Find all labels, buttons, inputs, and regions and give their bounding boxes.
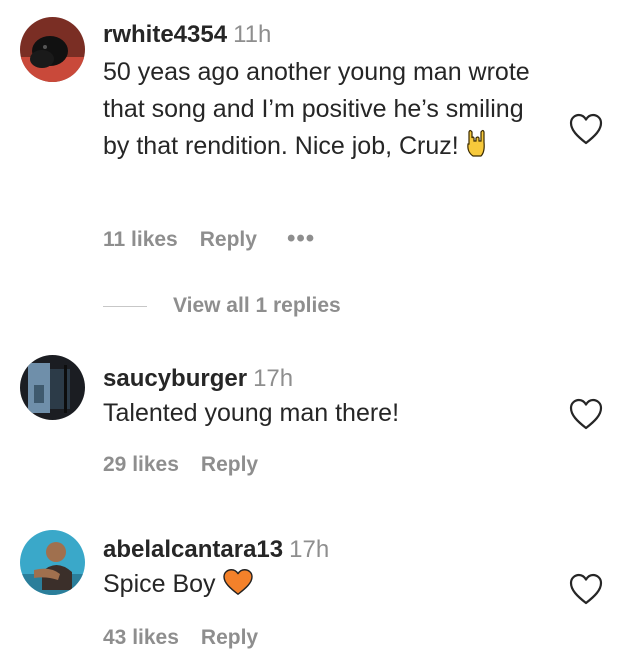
like-heart-icon[interactable] bbox=[568, 397, 604, 431]
comment-meta: 43 likes Reply bbox=[103, 626, 258, 650]
likes-count[interactable]: 43 likes bbox=[103, 626, 179, 649]
divider bbox=[103, 305, 147, 307]
avatar[interactable] bbox=[20, 530, 85, 595]
reply-button[interactable]: Reply bbox=[201, 453, 258, 476]
comment-header: rwhite4354 11h bbox=[103, 20, 553, 50]
username[interactable]: saucyburger bbox=[103, 365, 247, 392]
more-options-icon[interactable]: ••• bbox=[287, 225, 315, 252]
view-replies-label[interactable]: View all 1 replies bbox=[173, 294, 341, 318]
rock-hand-emoji-icon bbox=[465, 128, 487, 169]
comment-text: Spice Boy bbox=[103, 566, 553, 607]
comment-header: saucyburger 17h bbox=[103, 364, 553, 394]
view-replies[interactable]: View all 1 replies bbox=[103, 291, 341, 321]
orange-heart-emoji-icon bbox=[222, 568, 254, 607]
username[interactable]: abelalcantara13 bbox=[103, 536, 283, 563]
timestamp: 17h bbox=[289, 536, 330, 563]
comment-text: 50 yeas ago another young man wrote that… bbox=[103, 54, 553, 169]
comment-text-content: Spice Boy bbox=[103, 570, 216, 598]
timestamp: 17h bbox=[253, 365, 294, 392]
comment-meta: 11 likes Reply ••• bbox=[103, 225, 315, 253]
comment-meta: 29 likes Reply bbox=[103, 453, 258, 477]
username[interactable]: rwhite4354 bbox=[103, 21, 227, 48]
like-heart-icon[interactable] bbox=[568, 572, 604, 606]
comment-text: Talented young man there! bbox=[103, 399, 400, 427]
reply-button[interactable]: Reply bbox=[200, 228, 257, 251]
timestamp: 11h bbox=[233, 21, 272, 48]
likes-count[interactable]: 11 likes bbox=[103, 228, 178, 251]
avatar[interactable] bbox=[20, 355, 85, 420]
comment-header: abelalcantara13 17h bbox=[103, 535, 553, 565]
likes-count[interactable]: 29 likes bbox=[103, 453, 179, 476]
avatar[interactable] bbox=[20, 17, 85, 82]
reply-button[interactable]: Reply bbox=[201, 626, 258, 649]
like-heart-icon[interactable] bbox=[568, 112, 604, 146]
